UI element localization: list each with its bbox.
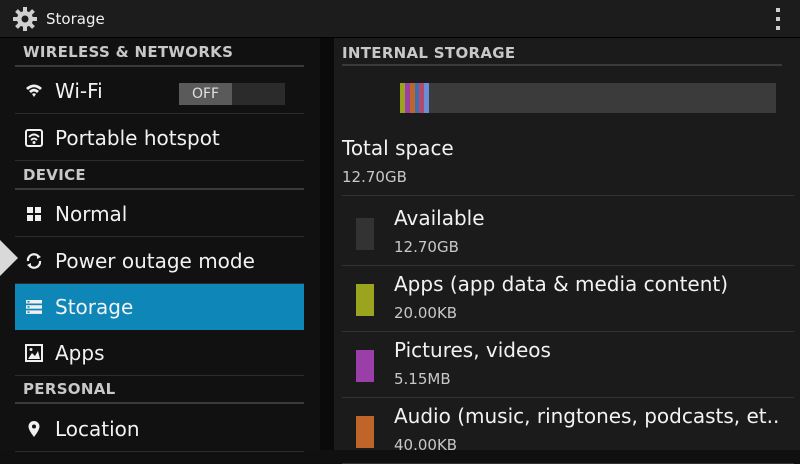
overflow-menu-icon[interactable]: [774, 8, 782, 30]
apps-icon: [25, 344, 43, 362]
sidebar-item-label: Location: [55, 417, 140, 441]
sidebar-item-label: Wi-Fi: [55, 79, 103, 103]
sidebar-item-portable-hotspot[interactable]: Portable hotspot: [15, 115, 304, 161]
grid-icon: [27, 207, 41, 221]
storage-row-label: Apps (app data & media content): [394, 272, 729, 296]
storage-row-value: 5.15MB: [394, 370, 451, 388]
storage-row-label: Audio (music, ringtones, podcasts, et..: [394, 404, 780, 428]
storage-detail-pane: INTERNAL STORAGE Total space 12.70GB Ava…: [334, 38, 800, 464]
sidebar-item-label: Portable hotspot: [55, 126, 220, 150]
sidebar-item-label: Power outage mode: [55, 249, 255, 273]
section-header-personal: PERSONAL: [15, 380, 304, 404]
app-title: Storage: [46, 10, 105, 28]
total-space-block: Total space 12.70GB: [342, 134, 794, 196]
gear-icon[interactable]: [12, 6, 38, 32]
storage-row-pictures-videos[interactable]: Pictures, videos 5.15MB: [342, 332, 794, 398]
section-header-device: DEVICE: [15, 166, 304, 190]
refresh-icon: [26, 253, 42, 269]
section-header-wireless: WIRELESS & NETWORKS: [15, 43, 304, 67]
sidebar-item-label: Storage: [55, 295, 134, 319]
total-space-label: Total space: [342, 136, 454, 160]
wifi-toggle-switch[interactable]: OFF: [179, 83, 285, 105]
storage-row-value: 20.00KB: [394, 304, 458, 322]
sidebar-item-normal[interactable]: Normal: [15, 191, 304, 237]
total-space-value: 12.70GB: [342, 168, 407, 186]
storage-row-value: 40.00KB: [394, 436, 458, 454]
color-swatch: [356, 416, 374, 448]
wifi-icon: [26, 84, 42, 97]
storage-bar-segment: [424, 83, 429, 113]
color-swatch: [356, 218, 374, 250]
pane-divider: [320, 38, 334, 450]
storage-icon: [26, 300, 42, 314]
sidebar-item-label: Normal: [55, 202, 128, 226]
sidebar-item-wifi[interactable]: Wi-Fi OFF: [15, 68, 304, 114]
color-swatch: [356, 284, 374, 316]
storage-row-value: 12.70GB: [394, 238, 459, 256]
wifi-toggle-off-label: OFF: [179, 83, 232, 105]
color-swatch: [356, 350, 374, 382]
sidebar-item-storage[interactable]: Storage: [15, 284, 304, 330]
sidebar-item-power-outage-mode[interactable]: Power outage mode: [15, 238, 304, 284]
storage-row-label: Pictures, videos: [394, 338, 551, 362]
location-pin-icon: [28, 421, 40, 437]
storage-row-apps[interactable]: Apps (app data & media content) 20.00KB: [342, 266, 794, 332]
sidebar-item-label: Apps: [55, 341, 105, 365]
sidebar-item-apps[interactable]: Apps: [15, 330, 304, 376]
current-item-pointer: [0, 240, 18, 276]
title-bar: Storage: [0, 0, 800, 38]
storage-usage-bar: [400, 83, 776, 113]
storage-row-label: Available: [394, 206, 485, 230]
hotspot-icon: [25, 129, 43, 147]
storage-row-audio[interactable]: Audio (music, ringtones, podcasts, et.. …: [342, 398, 794, 464]
internal-storage-header: INTERNAL STORAGE: [342, 44, 782, 66]
settings-sidebar: WIRELESS & NETWORKS Wi-Fi OFF Portable h…: [0, 38, 320, 452]
sidebar-item-location[interactable]: Location: [15, 406, 304, 452]
storage-row-available[interactable]: Available 12.70GB: [342, 200, 794, 266]
